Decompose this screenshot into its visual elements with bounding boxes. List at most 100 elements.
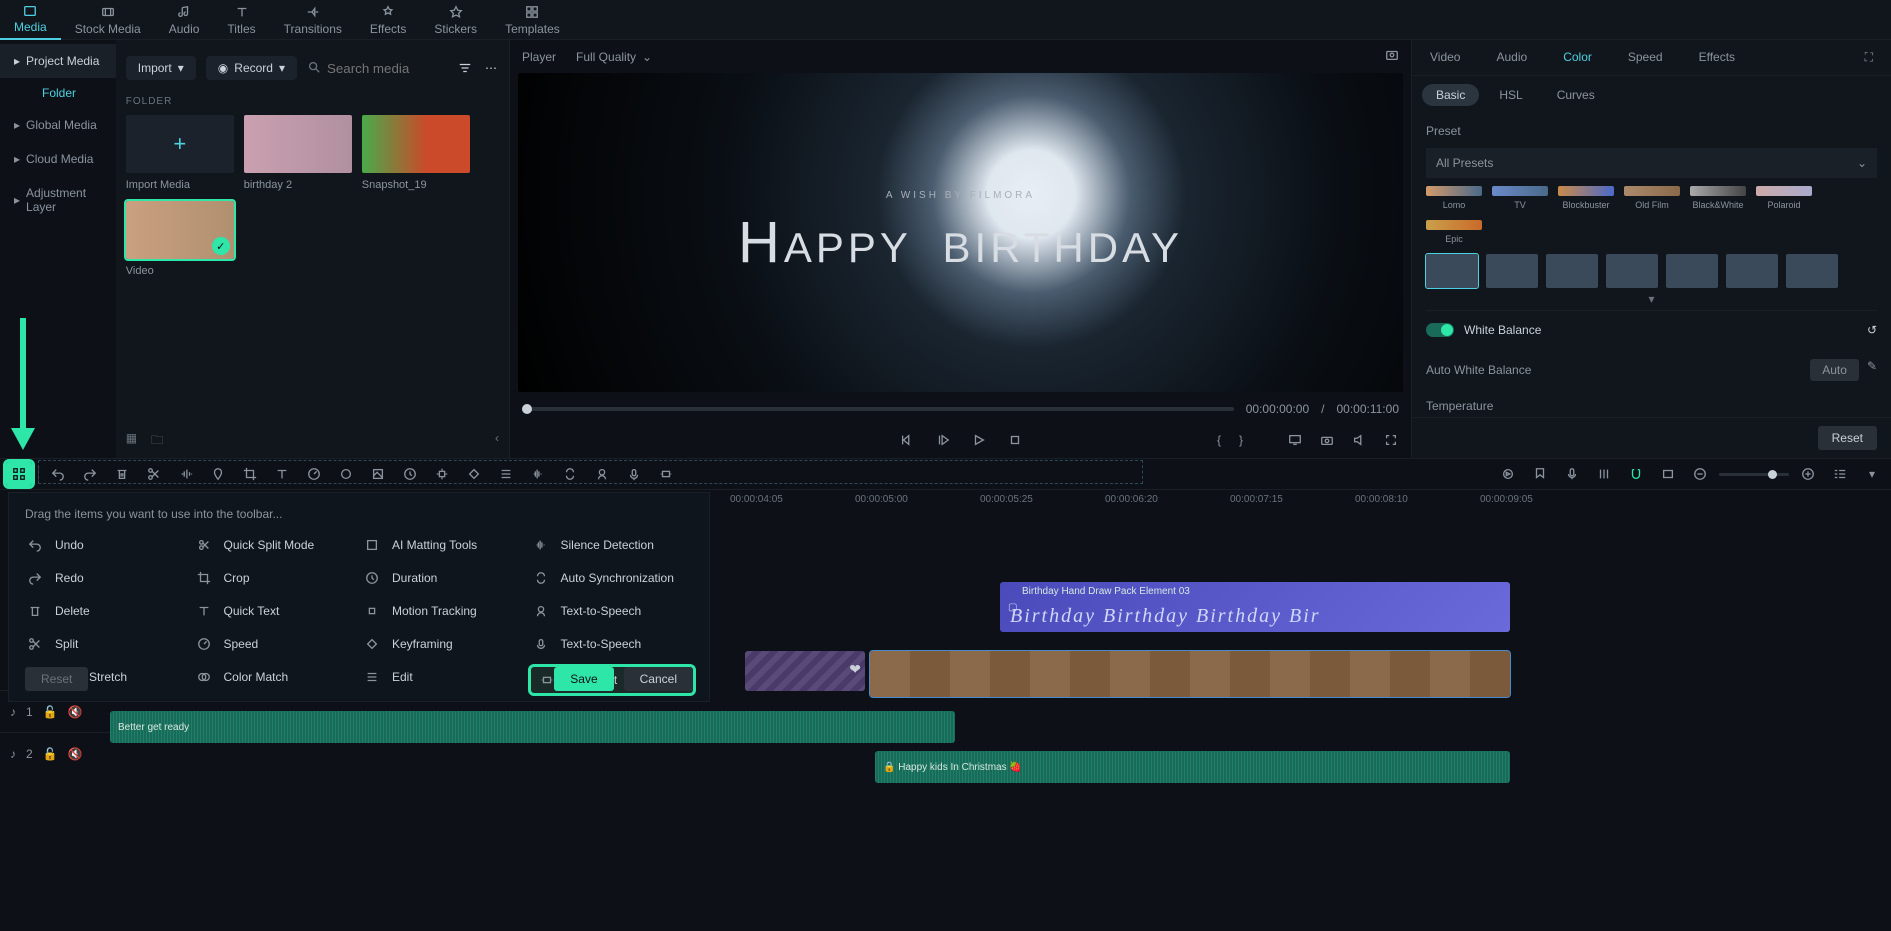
marker2-button[interactable] [1527,462,1553,486]
collapse-icon[interactable]: ‹ [495,431,499,452]
audio-track-2-label[interactable]: ♪2🔓🔇 [0,732,110,774]
display-icon[interactable] [1287,432,1303,448]
item-quick-text[interactable]: Quick Text [194,601,357,621]
item-duration[interactable]: Duration [362,568,525,588]
preset-thumb[interactable] [1426,254,1478,288]
keyframe-button[interactable] [461,462,487,486]
prev-frame-icon[interactable] [899,432,915,448]
item-redo[interactable]: Redo [25,568,188,588]
subtab-hsl[interactable]: HSL [1485,84,1536,106]
tab-audio[interactable]: Audio [155,0,214,40]
mark-in-icon[interactable]: { [1217,433,1221,447]
eyedropper-icon[interactable]: ✎ [1867,359,1877,381]
crop-button[interactable] [237,462,263,486]
tab-transitions[interactable]: Transitions [270,0,356,40]
tab-stickers[interactable]: Stickers [420,0,491,40]
item-text-to-speech[interactable]: Text-to-Speech [531,601,694,621]
preview-viewport[interactable]: A WISH BY FILMORA HAPPY BIRTHDAY [518,73,1403,392]
zoom-out-button[interactable] [1687,462,1713,486]
insp-tab-audio[interactable]: Audio [1478,40,1545,75]
duration-button[interactable] [397,462,423,486]
render-button[interactable] [1495,462,1521,486]
mic-button[interactable] [1559,462,1585,486]
item-auto-sync[interactable]: Auto Synchronization [531,568,694,588]
play-clip-icon[interactable] [935,432,951,448]
item-split[interactable]: Split [25,634,188,654]
split-button[interactable] [141,462,167,486]
auto-button[interactable]: Auto [1810,359,1859,381]
play-icon[interactable] [971,432,987,448]
preset-thumb[interactable] [1666,254,1718,288]
insp-tab-effects[interactable]: Effects [1681,40,1753,75]
tab-titles[interactable]: Titles [213,0,269,40]
preset-oldfilm[interactable]: Old Film [1624,186,1680,210]
thumb-import[interactable]: +Import Media [126,115,234,191]
clip-audio-1[interactable]: Better get ready [110,711,955,743]
camera-icon[interactable] [1319,432,1335,448]
mixer-button[interactable] [1591,462,1617,486]
stt-button[interactable] [621,462,647,486]
redo-button[interactable] [77,462,103,486]
item-speech-to-text[interactable]: Text-to-Speech [531,634,694,654]
settings-button[interactable]: ▾ [1859,462,1885,486]
stop-icon[interactable] [1007,432,1023,448]
tracking-button[interactable] [429,462,455,486]
tab-effects[interactable]: Effects [356,0,420,40]
customize-save-button[interactable]: Save [554,667,613,691]
folder-icon[interactable]: 🗀 [151,431,163,452]
color-button[interactable] [333,462,359,486]
search-media[interactable] [307,60,437,77]
zoom-fit-button[interactable] [1827,462,1853,486]
sidebar-global-media[interactable]: ▸Global Media [0,108,116,142]
grid-view-icon[interactable]: ▦ [126,431,137,452]
preset-thumb[interactable] [1486,254,1538,288]
zoom-in-button[interactable] [1795,462,1821,486]
item-crop[interactable]: Crop [194,568,357,588]
snapshot-icon[interactable] [1385,48,1399,65]
thumb-snapshot[interactable]: Snapshot_19 [362,115,470,191]
preset-lomo[interactable]: Lomo [1426,186,1482,210]
tts-button[interactable] [589,462,615,486]
magnet-button[interactable] [1623,462,1649,486]
preset-thumb[interactable] [1546,254,1598,288]
customize-cancel-button[interactable]: Cancel [624,667,693,691]
tab-media[interactable]: Media [0,0,61,40]
customize-toolbar-button[interactable] [6,462,32,486]
tab-stock-media[interactable]: Stock Media [61,0,155,40]
delete-button[interactable] [109,462,135,486]
mute-icon[interactable]: 🔇 [68,747,83,761]
insp-tab-color[interactable]: Color [1545,40,1610,75]
clip-title[interactable]: ▢ Birthday Hand Draw Pack Element 03 Bir… [1000,582,1510,632]
preset-polaroid[interactable]: Polaroid [1756,186,1812,210]
insp-tab-speed[interactable]: Speed [1610,40,1681,75]
audio-stretch-button[interactable] [173,462,199,486]
sync-button[interactable] [557,462,583,486]
undo-button[interactable] [45,462,71,486]
lock-icon[interactable]: 🔓 [43,705,58,719]
slide-edit-button[interactable] [653,462,679,486]
sidebar-adjustment-layer[interactable]: ▸Adjustment Layer [0,176,116,224]
item-keyframing[interactable]: Keyframing [362,634,525,654]
matting-button[interactable] [365,462,391,486]
thumb-video[interactable]: ✓Video [126,201,234,277]
thumb-birthday2[interactable]: birthday 2 [244,115,352,191]
item-speed[interactable]: Speed [194,634,357,654]
clip-video-frames[interactable] [870,651,1510,697]
fullscreen-icon[interactable] [1383,432,1399,448]
more-icon[interactable]: ⋯ [483,60,499,76]
mark-out-icon[interactable]: } [1239,433,1243,447]
subtab-basic[interactable]: Basic [1422,84,1479,106]
marker-button[interactable] [205,462,231,486]
aspects-button[interactable] [1655,462,1681,486]
customize-reset-button[interactable]: Reset [25,667,88,691]
item-delete[interactable]: Delete [25,601,188,621]
preset-thumb[interactable] [1726,254,1778,288]
item-quick-split[interactable]: Quick Split Mode [194,535,357,555]
lock-icon[interactable]: 🔓 [43,747,58,761]
item-silence-detection[interactable]: Silence Detection [531,535,694,555]
text-button[interactable] [269,462,295,486]
preset-thumb[interactable] [1786,254,1838,288]
item-undo[interactable]: Undo [25,535,188,555]
search-input[interactable] [327,61,437,76]
reset-button[interactable]: Reset [1818,426,1877,450]
